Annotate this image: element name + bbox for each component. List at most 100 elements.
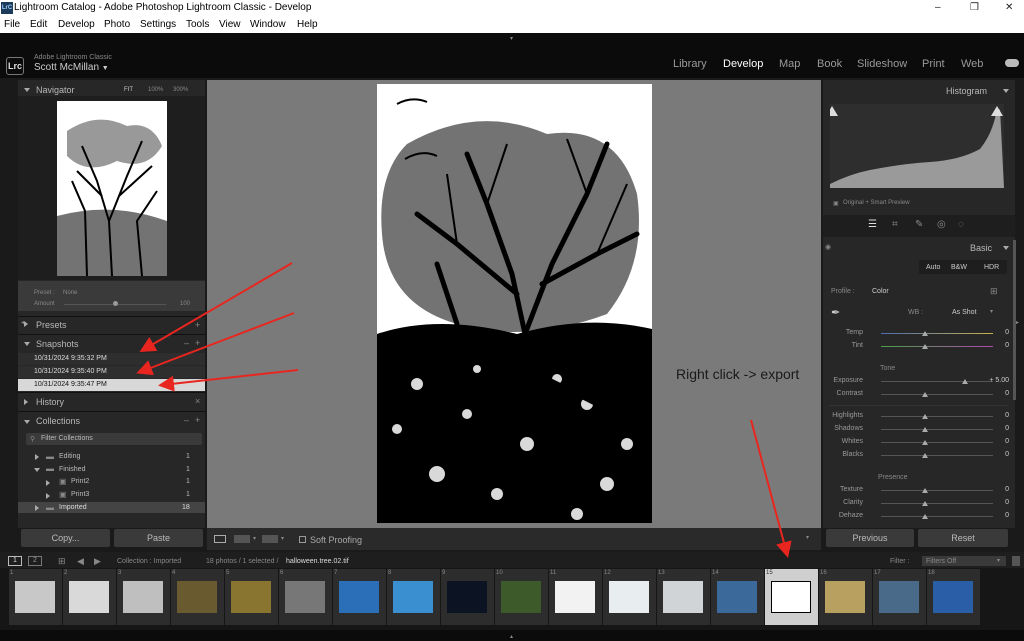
slider-blacks[interactable]: Blacks 0 xyxy=(823,451,1015,461)
slider-whites[interactable]: Whites 0 xyxy=(823,438,1015,448)
module-library[interactable]: Library xyxy=(673,58,707,70)
paste-button[interactable]: Paste xyxy=(114,529,203,547)
slider-contrast[interactable]: Contrast 0 xyxy=(823,390,1015,400)
presets-title[interactable]: Presets xyxy=(36,320,67,330)
module-slideshow[interactable]: Slideshow xyxy=(857,58,907,70)
film-cell[interactable]: 12 xyxy=(603,569,656,625)
collections-add-icon[interactable]: + xyxy=(195,415,200,425)
sliders-icon[interactable]: ☰ xyxy=(868,219,877,230)
menu-file[interactable]: File xyxy=(4,19,20,30)
basic-title[interactable]: Basic xyxy=(970,243,992,253)
history-title[interactable]: History xyxy=(36,397,64,407)
menu-develop[interactable]: Develop xyxy=(58,19,95,30)
slider-value[interactable]: 0 xyxy=(995,486,1009,493)
eyedropper-icon[interactable]: ✒ xyxy=(831,306,840,319)
film-cell[interactable]: 10 xyxy=(495,569,548,625)
restore-button[interactable]: ❐ xyxy=(970,2,979,13)
menu-help[interactable]: Help xyxy=(297,19,318,30)
module-develop[interactable]: Develop xyxy=(723,58,763,70)
slider-track[interactable] xyxy=(881,455,993,456)
snapshots-remove-icon[interactable]: – xyxy=(184,338,189,348)
back-arrow-icon[interactable]: ◀ xyxy=(77,556,84,567)
module-book[interactable]: Book xyxy=(817,58,842,70)
slider-knob[interactable] xyxy=(922,488,928,493)
healing-icon[interactable]: ✎ xyxy=(915,219,923,230)
slider-value[interactable]: 0 xyxy=(995,342,1009,349)
close-button[interactable]: ✕ xyxy=(1005,2,1013,13)
collection-expand-icon[interactable] xyxy=(46,480,50,486)
copy-button[interactable]: Copy... xyxy=(21,529,110,547)
film-cell[interactable]: 8 xyxy=(387,569,440,625)
left-panel-toggle-icon[interactable]: ◂ xyxy=(21,319,24,326)
slider-track[interactable] xyxy=(881,516,993,517)
collections-title[interactable]: Collections xyxy=(36,416,80,426)
loupe-view-icon[interactable] xyxy=(214,535,226,543)
minimize-button[interactable]: – xyxy=(935,2,941,13)
slider-knob[interactable] xyxy=(922,440,928,445)
main-photo[interactable] xyxy=(377,84,652,523)
screen-1-button[interactable]: 1 xyxy=(8,556,22,566)
profile-value[interactable]: Color xyxy=(872,288,889,295)
before-after-swap-icon[interactable] xyxy=(262,535,278,543)
slider-knob[interactable] xyxy=(922,501,928,506)
auto-button[interactable]: Auto xyxy=(926,264,940,271)
slider-tint[interactable]: Tint 0 xyxy=(823,342,1015,352)
snapshot-item[interactable]: 10/31/2024 9:35:32 PM xyxy=(18,353,205,365)
slider-knob[interactable] xyxy=(922,453,928,458)
slider-value[interactable]: 0 xyxy=(995,329,1009,336)
navigator-collapse-icon[interactable] xyxy=(24,88,30,92)
slider-track[interactable] xyxy=(881,346,993,347)
slider-value[interactable]: 0 xyxy=(995,412,1009,419)
visibility-eye-icon[interactable]: ◉ xyxy=(825,243,831,251)
module-print[interactable]: Print xyxy=(922,58,945,70)
chevron-down-icon[interactable]: ▾ xyxy=(997,557,1000,564)
film-cell[interactable]: 18 xyxy=(927,569,980,625)
slider-track[interactable] xyxy=(881,333,993,334)
zoom-fit[interactable]: FIT xyxy=(124,87,133,93)
previous-button[interactable]: Previous xyxy=(826,529,914,547)
slider-texture[interactable]: Texture 0 xyxy=(823,486,1015,496)
slider-value[interactable]: + 5.00 xyxy=(973,377,1009,384)
film-cell[interactable]: 1 xyxy=(9,569,62,625)
film-cell[interactable]: 7 xyxy=(333,569,386,625)
menu-view[interactable]: View xyxy=(219,19,241,30)
menu-window[interactable]: Window xyxy=(250,19,286,30)
collection-expand-icon[interactable] xyxy=(46,493,50,499)
collections-remove-icon[interactable]: – xyxy=(184,415,189,425)
slider-track[interactable] xyxy=(881,429,993,430)
histogram-collapse-icon[interactable] xyxy=(1003,89,1009,93)
film-cell[interactable]: 5 xyxy=(225,569,278,625)
collection-expand-icon[interactable] xyxy=(35,505,39,511)
hdr-button[interactable]: HDR xyxy=(984,264,999,271)
menu-edit[interactable]: Edit xyxy=(30,19,47,30)
collection-name[interactable]: Print3 xyxy=(71,491,89,498)
slider-value[interactable]: 0 xyxy=(995,438,1009,445)
slider-track[interactable] xyxy=(881,503,993,504)
film-cell[interactable]: 13 xyxy=(657,569,710,625)
collection-name[interactable]: Finished xyxy=(59,466,85,473)
slider-highlights[interactable]: Highlights 0 xyxy=(823,412,1015,422)
slider-value[interactable]: 0 xyxy=(995,425,1009,432)
histogram-graph[interactable] xyxy=(830,104,1004,188)
film-cell[interactable]: 9 xyxy=(441,569,494,625)
user-name[interactable]: Scott McMillan ▼ xyxy=(34,62,109,73)
filter-lock-icon[interactable] xyxy=(1012,556,1020,566)
soft-proofing-checkbox[interactable] xyxy=(299,536,306,543)
history-expand-icon[interactable] xyxy=(24,399,28,405)
basic-collapse-icon[interactable] xyxy=(1003,246,1009,250)
slider-knob[interactable] xyxy=(922,414,928,419)
menu-photo[interactable]: Photo xyxy=(104,19,130,30)
red-eye-icon[interactable]: ◎ xyxy=(937,219,946,230)
cloud-sync-icon[interactable] xyxy=(1005,59,1019,67)
film-cell[interactable]: 4 xyxy=(171,569,224,625)
navigator-thumbnail[interactable] xyxy=(57,101,167,276)
zoom-300[interactable]: 300% xyxy=(173,87,188,93)
film-cell[interactable]: 14 xyxy=(711,569,764,625)
slider-track[interactable] xyxy=(881,394,993,395)
slider-value[interactable]: 0 xyxy=(995,451,1009,458)
film-cell[interactable]: 6 xyxy=(279,569,332,625)
before-after-icon[interactable] xyxy=(234,535,250,543)
history-clear-icon[interactable]: × xyxy=(195,396,200,406)
slider-value[interactable]: 0 xyxy=(995,499,1009,506)
slider-knob[interactable] xyxy=(922,392,928,397)
